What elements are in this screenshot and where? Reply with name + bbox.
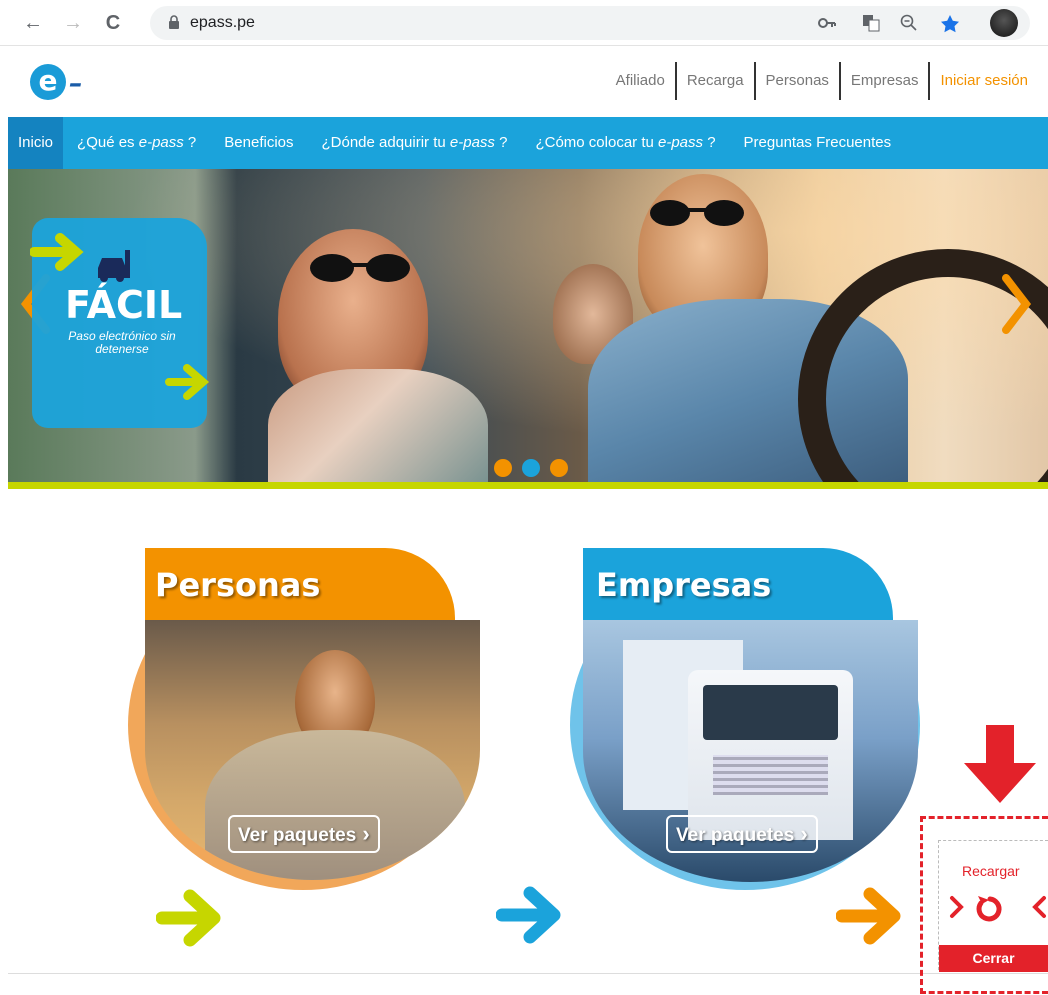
blue-arrow-icon xyxy=(496,886,561,944)
nav-label: Preguntas Frecuentes xyxy=(743,134,892,151)
key-icon[interactable] xyxy=(818,16,836,30)
reload-icon[interactable]: C xyxy=(98,8,128,38)
translate-icon[interactable] xyxy=(862,14,880,32)
nav-preguntas[interactable]: Preguntas Frecuentes xyxy=(730,117,906,169)
link-recarga[interactable]: Recarga xyxy=(677,62,756,100)
slider-dot-3[interactable] xyxy=(550,459,568,477)
top-links: Afiliado Recarga Personas Empresas Inici… xyxy=(606,62,1038,100)
empresas-ver-paquetes-button[interactable]: Ver paquetes › xyxy=(666,815,818,853)
badge-subtitle: Paso electrónico sin detenerse xyxy=(68,329,176,356)
hero-underline xyxy=(8,482,1048,489)
address-bar[interactable]: epass.pe xyxy=(150,6,1030,40)
chevron-right-icon: › xyxy=(356,821,370,846)
nav-inicio[interactable]: Inicio xyxy=(8,117,64,169)
nav-tail: ? xyxy=(183,134,197,151)
nav-label: ¿Dónde adquirir tu xyxy=(321,134,450,151)
hero-next-icon[interactable] xyxy=(1002,274,1032,334)
nav-tail: ? xyxy=(494,134,508,151)
link-personas[interactable]: Personas xyxy=(756,62,841,100)
nav-label: ¿Cómo colocar tu xyxy=(535,134,658,151)
footer-divider xyxy=(8,973,1048,974)
truck-grille xyxy=(713,755,828,795)
url-text: epass.pe xyxy=(190,14,255,31)
personas-title: Personas xyxy=(155,566,321,604)
personas-ver-paquetes-button[interactable]: Ver paquetes › xyxy=(228,815,380,853)
slider-dot-1[interactable] xyxy=(494,459,512,477)
nav-que-es[interactable]: ¿Qué es e-pass ? xyxy=(63,117,210,169)
red-down-arrow-icon xyxy=(964,725,1036,803)
recargar-label: Recargar xyxy=(962,863,1020,879)
nav-label: Inicio xyxy=(18,134,54,151)
nav-brand: e-pass xyxy=(138,134,184,151)
recargar-button[interactable] xyxy=(948,890,1048,924)
nav-tail: ? xyxy=(703,134,716,151)
back-icon[interactable]: ← xyxy=(18,8,48,38)
truck-windshield xyxy=(703,685,838,740)
personas-man-body xyxy=(205,730,465,880)
zoom-icon[interactable] xyxy=(900,14,918,32)
nav-label: ¿Qué es xyxy=(77,134,139,151)
button-label: Ver paquetes xyxy=(238,825,357,846)
link-iniciar-sesion[interactable]: Iniciar sesión xyxy=(930,62,1038,100)
link-afiliado[interactable]: Afiliado xyxy=(606,62,677,100)
nav-como-colocar[interactable]: ¿Cómo colocar tu e-pass ? xyxy=(521,117,729,169)
lime-arrow-icon xyxy=(156,889,221,947)
badge-title: FÁCIL xyxy=(65,283,183,327)
cerrar-button[interactable]: Cerrar xyxy=(939,945,1048,972)
logo-letter: e xyxy=(30,62,66,100)
button-label: Ver paquetes xyxy=(676,825,795,846)
nav-brand: e-pass xyxy=(658,134,704,151)
lock-icon xyxy=(169,15,179,29)
car-icon xyxy=(98,250,130,282)
slider-dot-2[interactable] xyxy=(522,459,540,477)
link-empresas[interactable]: Empresas xyxy=(841,62,931,100)
star-icon[interactable] xyxy=(940,14,960,34)
nav-brand: e-pass xyxy=(449,134,495,151)
nav-beneficios[interactable]: Beneficios xyxy=(210,117,307,169)
avatar[interactable] xyxy=(990,9,1018,37)
lime-arrow-icon xyxy=(165,364,210,400)
empresas-title: Empresas xyxy=(596,566,772,604)
chevron-right-icon: › xyxy=(794,821,808,846)
sunglasses-man xyxy=(650,200,744,226)
nav-donde-adquirir[interactable]: ¿Dónde adquirir tu e-pass ? xyxy=(308,117,522,169)
forward-icon[interactable]: → xyxy=(58,8,88,38)
hero-woman-body xyxy=(268,369,488,482)
orange-arrow-icon xyxy=(836,887,901,945)
nav-label: Beneficios xyxy=(224,134,294,151)
main-nav: Inicio ¿Qué es e-pass ? Beneficios ¿Dónd… xyxy=(8,117,1048,169)
browser-toolbar: ← → C epass.pe xyxy=(0,0,1048,46)
sunglasses-woman xyxy=(310,254,410,282)
yellow-arrow-icon xyxy=(30,233,84,271)
